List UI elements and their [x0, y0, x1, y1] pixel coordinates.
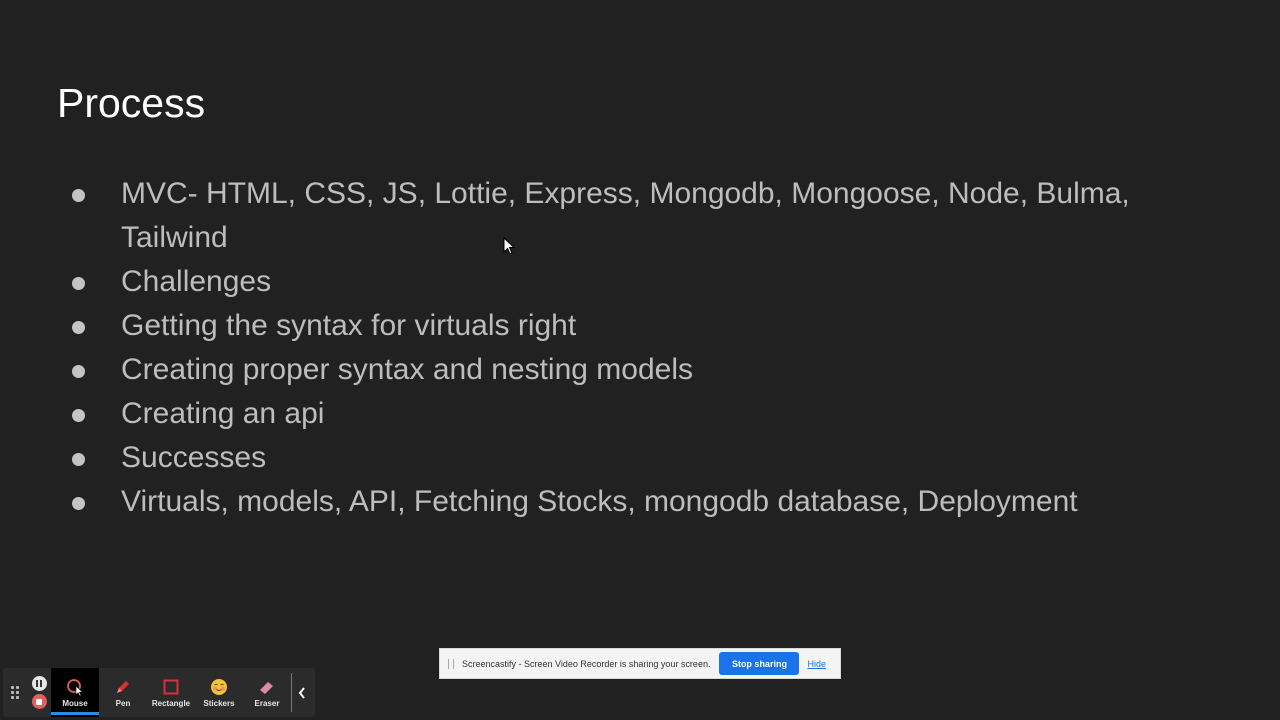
tool-rectangle[interactable]: Rectangle	[147, 668, 195, 717]
mouse-cursor-icon	[503, 237, 515, 255]
bullet-dot-icon	[72, 409, 85, 422]
tool-label: Rectangle	[151, 699, 191, 708]
bullet-text: Creating proper syntax and nesting model…	[121, 353, 693, 386]
bullet-dot-icon	[72, 453, 85, 466]
presentation-slide: Process MVC- HTML, CSS, JS, Lottie, Expr…	[0, 0, 1280, 720]
stop-icon	[36, 698, 42, 705]
tool-label: Mouse	[62, 699, 88, 708]
drag-handle[interactable]	[3, 668, 27, 717]
rectangle-icon	[161, 677, 181, 697]
bullet-dot-icon	[72, 497, 85, 510]
pause-button[interactable]	[31, 676, 47, 691]
bullet-item: Virtuals, models, API, Fetching Stocks, …	[70, 480, 1230, 524]
tool-pen[interactable]: Pen	[99, 668, 147, 717]
tool-label: Stickers	[203, 699, 235, 708]
mouse-pointer-icon	[65, 677, 85, 697]
stop-sharing-button[interactable]: Stop sharing	[719, 652, 800, 675]
bullet-item: Getting the syntax for virtuals right	[70, 304, 1230, 348]
bullet-text: Challenges	[121, 265, 272, 298]
stop-recording-button[interactable]	[31, 694, 47, 709]
tool-stickers[interactable]: Stickers	[195, 668, 243, 717]
tool-label: Pen	[115, 699, 131, 708]
bullet-text: Virtuals, models, API, Fetching Stocks, …	[121, 485, 1078, 518]
tool-eraser[interactable]: Eraser	[243, 668, 291, 717]
screen-sharing-bar: Screencastify - Screen Video Recorder is…	[439, 648, 841, 679]
bullet-text: Creating an api	[121, 397, 325, 430]
bullet-dot-icon	[72, 277, 85, 290]
bullet-item: Successes	[70, 436, 1230, 480]
bullet-list: MVC- HTML, CSS, JS, Lottie, Express, Mon…	[70, 172, 1230, 524]
sharing-message: Screencastify - Screen Video Recorder is…	[462, 658, 711, 669]
bullet-item: Creating proper syntax and nesting model…	[70, 348, 1230, 392]
pen-icon	[113, 677, 133, 697]
sticker-smiley-icon	[209, 677, 229, 697]
bullet-text: Getting the syntax for virtuals right	[121, 309, 577, 342]
bullet-item: MVC- HTML, CSS, JS, Lottie, Express, Mon…	[70, 172, 1230, 260]
bullet-text: Successes	[121, 441, 267, 474]
bullet-item: Creating an api	[70, 392, 1230, 436]
drag-grip-icon[interactable]	[448, 658, 454, 669]
hide-link[interactable]: Hide	[807, 659, 826, 669]
collapse-toolbar-button[interactable]	[292, 668, 312, 717]
pause-icon	[36, 680, 38, 687]
pause-icon-bar	[40, 680, 42, 687]
screencastify-toolbar: Mouse Pen Rectangle Stickers Eraser	[3, 668, 315, 717]
recording-controls	[27, 668, 51, 717]
chevron-left-icon	[298, 686, 305, 699]
bullet-item: Challenges	[70, 260, 1230, 304]
tool-label: Eraser	[254, 699, 280, 708]
eraser-icon	[257, 677, 277, 697]
drag-grip-icon	[11, 686, 19, 699]
slide-title: Process	[57, 80, 206, 126]
bullet-dot-icon	[72, 365, 85, 378]
bullet-dot-icon	[72, 321, 85, 334]
tool-mouse[interactable]: Mouse	[51, 668, 99, 717]
bullet-text: MVC- HTML, CSS, JS, Lottie, Express, Mon…	[121, 177, 1130, 254]
bullet-dot-icon	[72, 189, 85, 202]
